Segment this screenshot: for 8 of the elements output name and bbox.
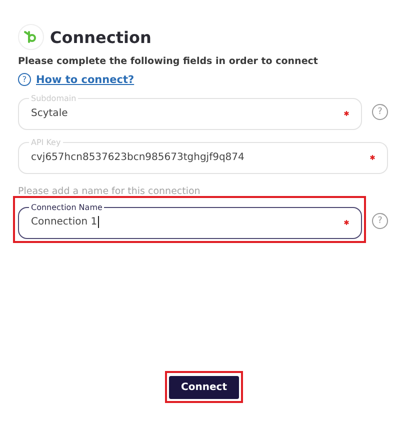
instructions-text: Please complete the following fields in order to connect (18, 56, 319, 67)
connection-name-hint: Please add a name for this connection (18, 186, 202, 197)
page-title: Connection (50, 28, 152, 46)
input-field[interactable]: Connection Name Connection 1 (18, 203, 362, 239)
connect-button[interactable]: Connect (169, 376, 239, 399)
logo-icon (18, 24, 44, 50)
how-to-connect-link[interactable]: How to connect? (36, 74, 134, 86)
help-icon: ? (18, 73, 31, 86)
